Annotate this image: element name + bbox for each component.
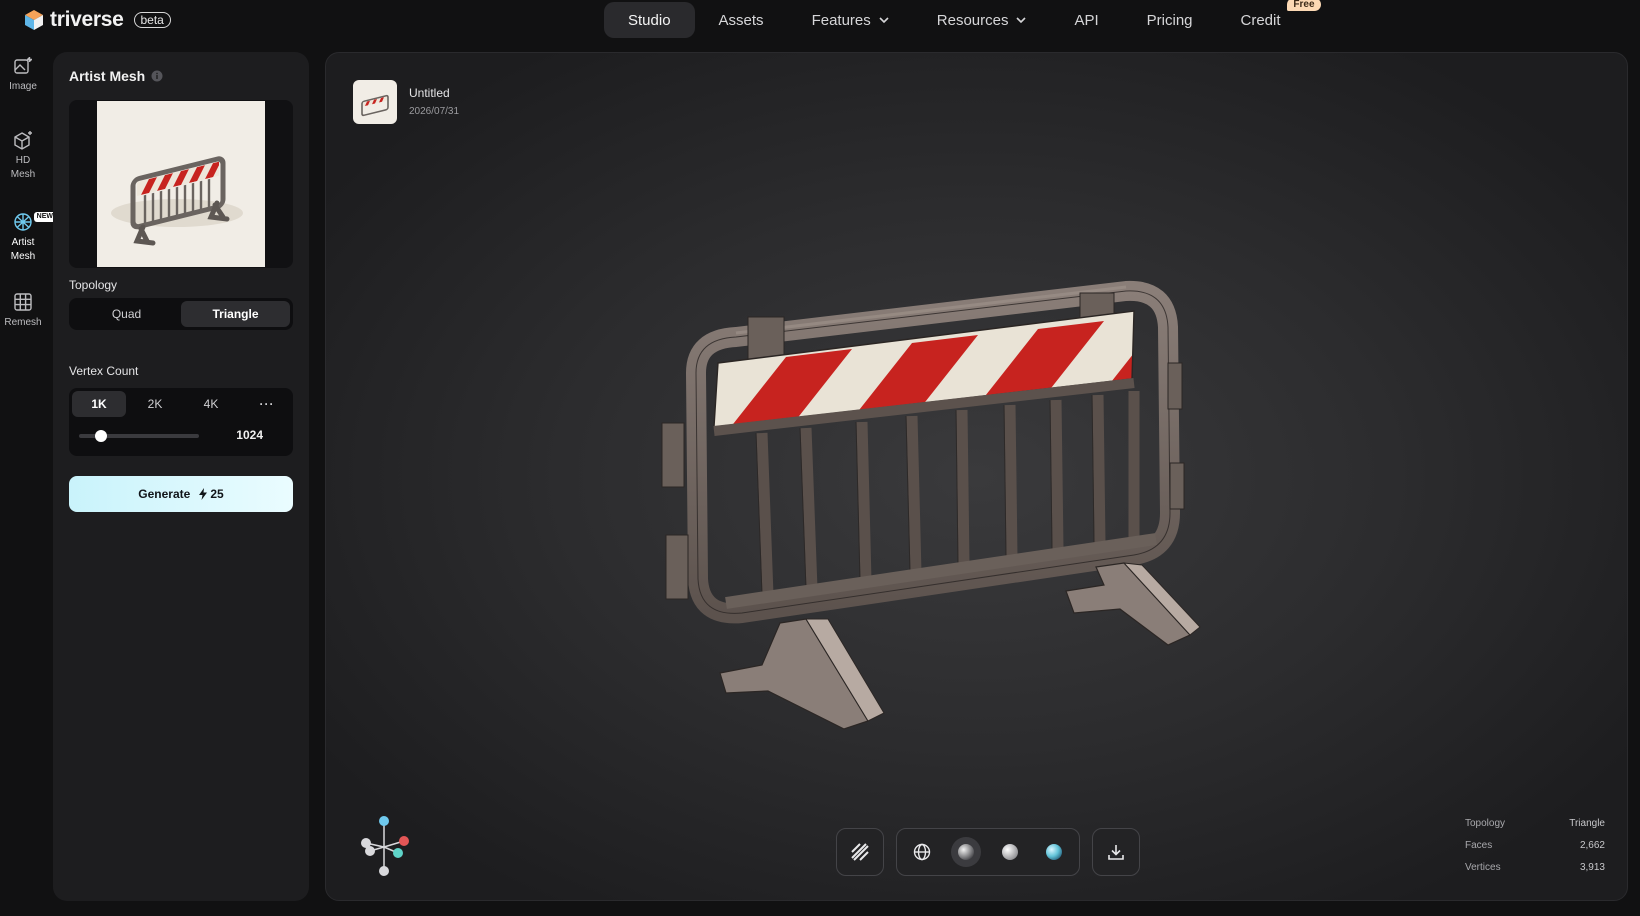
cube-sparkle-icon [14, 131, 32, 150]
vertex-preset-2k[interactable]: 2K [128, 391, 182, 417]
download-button[interactable] [1101, 837, 1131, 867]
file-date: 2026/07/31 [409, 106, 460, 117]
topology-label: Topology [69, 278, 118, 292]
wireframe-group [836, 828, 884, 876]
vertex-count-control: 1K 2K 4K ··· 1024 [69, 388, 293, 456]
vertex-count-slider[interactable] [79, 430, 199, 442]
3d-viewport[interactable]: Untitled 2026/07/31 Topology Triangle Fa… [325, 52, 1628, 901]
image-edit-icon [14, 57, 32, 74]
rail-item-image[interactable]: Image [0, 56, 46, 116]
beta-badge: beta [133, 12, 171, 28]
topology-option-quad[interactable]: Quad [72, 301, 181, 327]
generate-label: Generate [138, 487, 191, 501]
grid-icon [14, 293, 32, 311]
axis-gizmo[interactable] [354, 813, 414, 879]
material-matte-button[interactable] [951, 837, 981, 867]
file-info: Untitled 2026/07/31 [353, 80, 459, 124]
rail-item-remesh[interactable]: Remesh [0, 292, 46, 342]
dark-sphere-icon [958, 844, 974, 860]
vertex-more-button[interactable]: ··· [240, 391, 294, 417]
wireframe-toggle-button[interactable] [845, 837, 875, 867]
teal-sphere-icon [1046, 844, 1062, 860]
slider-handle[interactable] [94, 430, 107, 442]
rail-label-remesh: Remesh [4, 317, 42, 328]
nav-assets[interactable]: Assets [695, 2, 788, 38]
material-group [896, 828, 1080, 876]
rail-item-artist-mesh[interactable]: NEW Artist Mesh [0, 212, 56, 282]
triverse-logo-icon [25, 10, 43, 30]
top-bar: triverse beta Studio Assets Features Res… [0, 0, 1640, 40]
environment-button[interactable] [907, 837, 937, 867]
rail-label-image: Image [9, 81, 37, 92]
material-normal-button[interactable] [1039, 837, 1069, 867]
tool-rail: Image HD Mesh NEW Artist Mesh Remesh [0, 56, 56, 342]
rail-item-hd-mesh[interactable]: HD Mesh [0, 130, 46, 210]
mesh-stats: Topology Triangle Faces 2,662 Vertices 3… [1465, 818, 1605, 884]
brand-name: triverse [50, 8, 124, 31]
chevron-down-icon [1016, 17, 1027, 24]
chevron-down-icon [879, 17, 889, 24]
lightning-icon [199, 488, 208, 500]
nav-resources[interactable]: Resources [913, 2, 1051, 38]
material-clay-button[interactable] [995, 837, 1025, 867]
viewport-toolbar [836, 828, 1140, 876]
vertex-count-presets: 1K 2K 4K ··· [72, 391, 294, 417]
barrier-reference-image [97, 101, 265, 267]
panel-title: Artist Mesh [69, 68, 163, 84]
file-thumbnail[interactable] [353, 80, 397, 124]
hatch-icon [851, 843, 869, 861]
topology-toggle: Quad Triangle [69, 298, 293, 330]
nav-pricing[interactable]: Pricing [1123, 2, 1217, 38]
vertex-preset-4k[interactable]: 4K [184, 391, 238, 417]
stat-vertices: Vertices 3,913 [1465, 862, 1605, 873]
free-badge: Free [1287, 0, 1321, 11]
file-name: Untitled [409, 86, 450, 100]
light-sphere-icon [1002, 844, 1018, 860]
nav-credit[interactable]: Credit Free [1217, 0, 1321, 38]
stat-faces: Faces 2,662 [1465, 840, 1605, 851]
stat-topology: Topology Triangle [1465, 818, 1605, 829]
vertex-count-value: 1024 [236, 428, 263, 442]
globe-icon [913, 843, 931, 861]
artist-mesh-panel: Artist Mesh Topology Quad Triangle Verte… [53, 52, 309, 901]
download-group [1092, 828, 1140, 876]
mesh-sphere-icon [14, 213, 32, 231]
main-nav: Studio Assets Features Resources API Pri… [604, 0, 1321, 38]
topology-option-triangle[interactable]: Triangle [181, 301, 290, 327]
generate-cost: 25 [210, 487, 224, 501]
nav-api[interactable]: API [1050, 2, 1122, 38]
brand-logo[interactable]: triverse beta [24, 8, 171, 32]
info-icon[interactable] [151, 70, 163, 82]
rail-label-artist-mesh: Artist Mesh [10, 237, 36, 262]
download-icon [1108, 845, 1124, 860]
barrier-thumbnail-icon [361, 94, 389, 117]
barrier-illustration [111, 156, 243, 246]
nav-features[interactable]: Features [788, 2, 913, 38]
credit-cost: 25 [198, 487, 224, 501]
nav-studio[interactable]: Studio [604, 2, 695, 38]
barrier-3d-model[interactable] [656, 273, 1216, 733]
vertex-preset-1k[interactable]: 1K [72, 391, 126, 417]
vertex-count-label: Vertex Count [69, 364, 139, 378]
rail-label-hd-mesh: HD Mesh [10, 155, 36, 180]
generate-button[interactable]: Generate 25 [69, 476, 293, 512]
input-image-preview[interactable] [69, 100, 293, 268]
